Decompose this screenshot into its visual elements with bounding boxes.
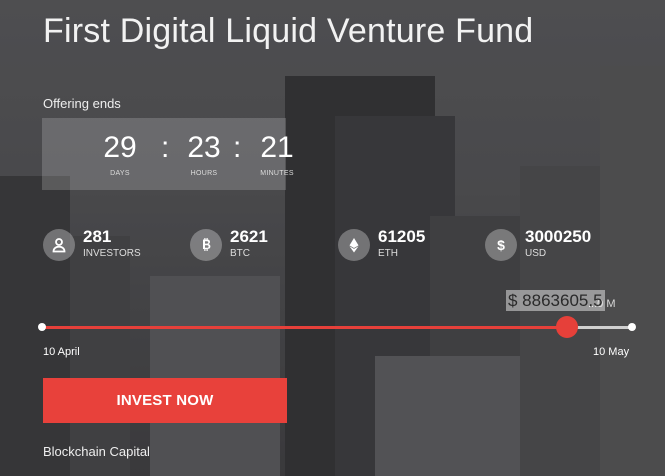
countdown-minutes-value: 21 [260, 131, 294, 164]
page-title: First Digital Liquid Venture Fund [43, 12, 534, 50]
countdown-separator: : [161, 131, 170, 164]
countdown-hours-value: 23 [187, 131, 221, 164]
countdown-hours: 23 HOURS [174, 131, 234, 178]
countdown-days-value: 29 [103, 131, 137, 164]
start-date-label: 10 April [43, 346, 80, 358]
fund-panel: First Digital Liquid Venture Fund Offeri… [0, 0, 665, 476]
countdown-timer: 29 DAYS : 23 HOURS : 21 MINUTES [42, 118, 294, 190]
progress-handle[interactable] [556, 316, 579, 338]
ethereum-icon [338, 229, 370, 261]
progress-track [42, 326, 632, 329]
sponsor-name: Blockchain Capital [43, 444, 150, 459]
countdown-days-label: DAYS [110, 170, 130, 177]
offering-ends-label: Offering ends [43, 96, 121, 111]
bitcoin-icon [190, 229, 222, 261]
raised-amount-tooltip: $ 8863605.5 [506, 290, 605, 311]
progress-start-dot [38, 323, 46, 331]
stat-btc-value: 2621 [230, 227, 268, 246]
countdown-minutes-label: MINUTES [260, 170, 294, 177]
stat-usd-value: 3000250 [525, 227, 592, 246]
user-icon [43, 229, 75, 261]
dollar-icon: $ [485, 229, 517, 261]
stat-investors-label: INVESTORS [83, 248, 141, 259]
stat-eth-value: 61205 [378, 227, 426, 246]
progress-end-dot [628, 323, 636, 331]
countdown-hours-label: HOURS [190, 170, 218, 177]
svg-text:$: $ [497, 237, 505, 253]
stat-usd-label: USD [525, 248, 547, 259]
stat-btc-label: BTC [230, 248, 250, 259]
progress-fill [42, 326, 568, 329]
end-date-label: 10 May [593, 346, 630, 358]
countdown-minutes: 21 MINUTES [247, 131, 307, 178]
invest-now-button[interactable]: INVEST NOW [43, 378, 287, 423]
stat-eth-label: ETH [378, 248, 398, 259]
countdown-separator: : [233, 131, 242, 164]
countdown-days: 29 DAYS [90, 131, 150, 178]
stat-investors-value: 281 [83, 227, 112, 246]
